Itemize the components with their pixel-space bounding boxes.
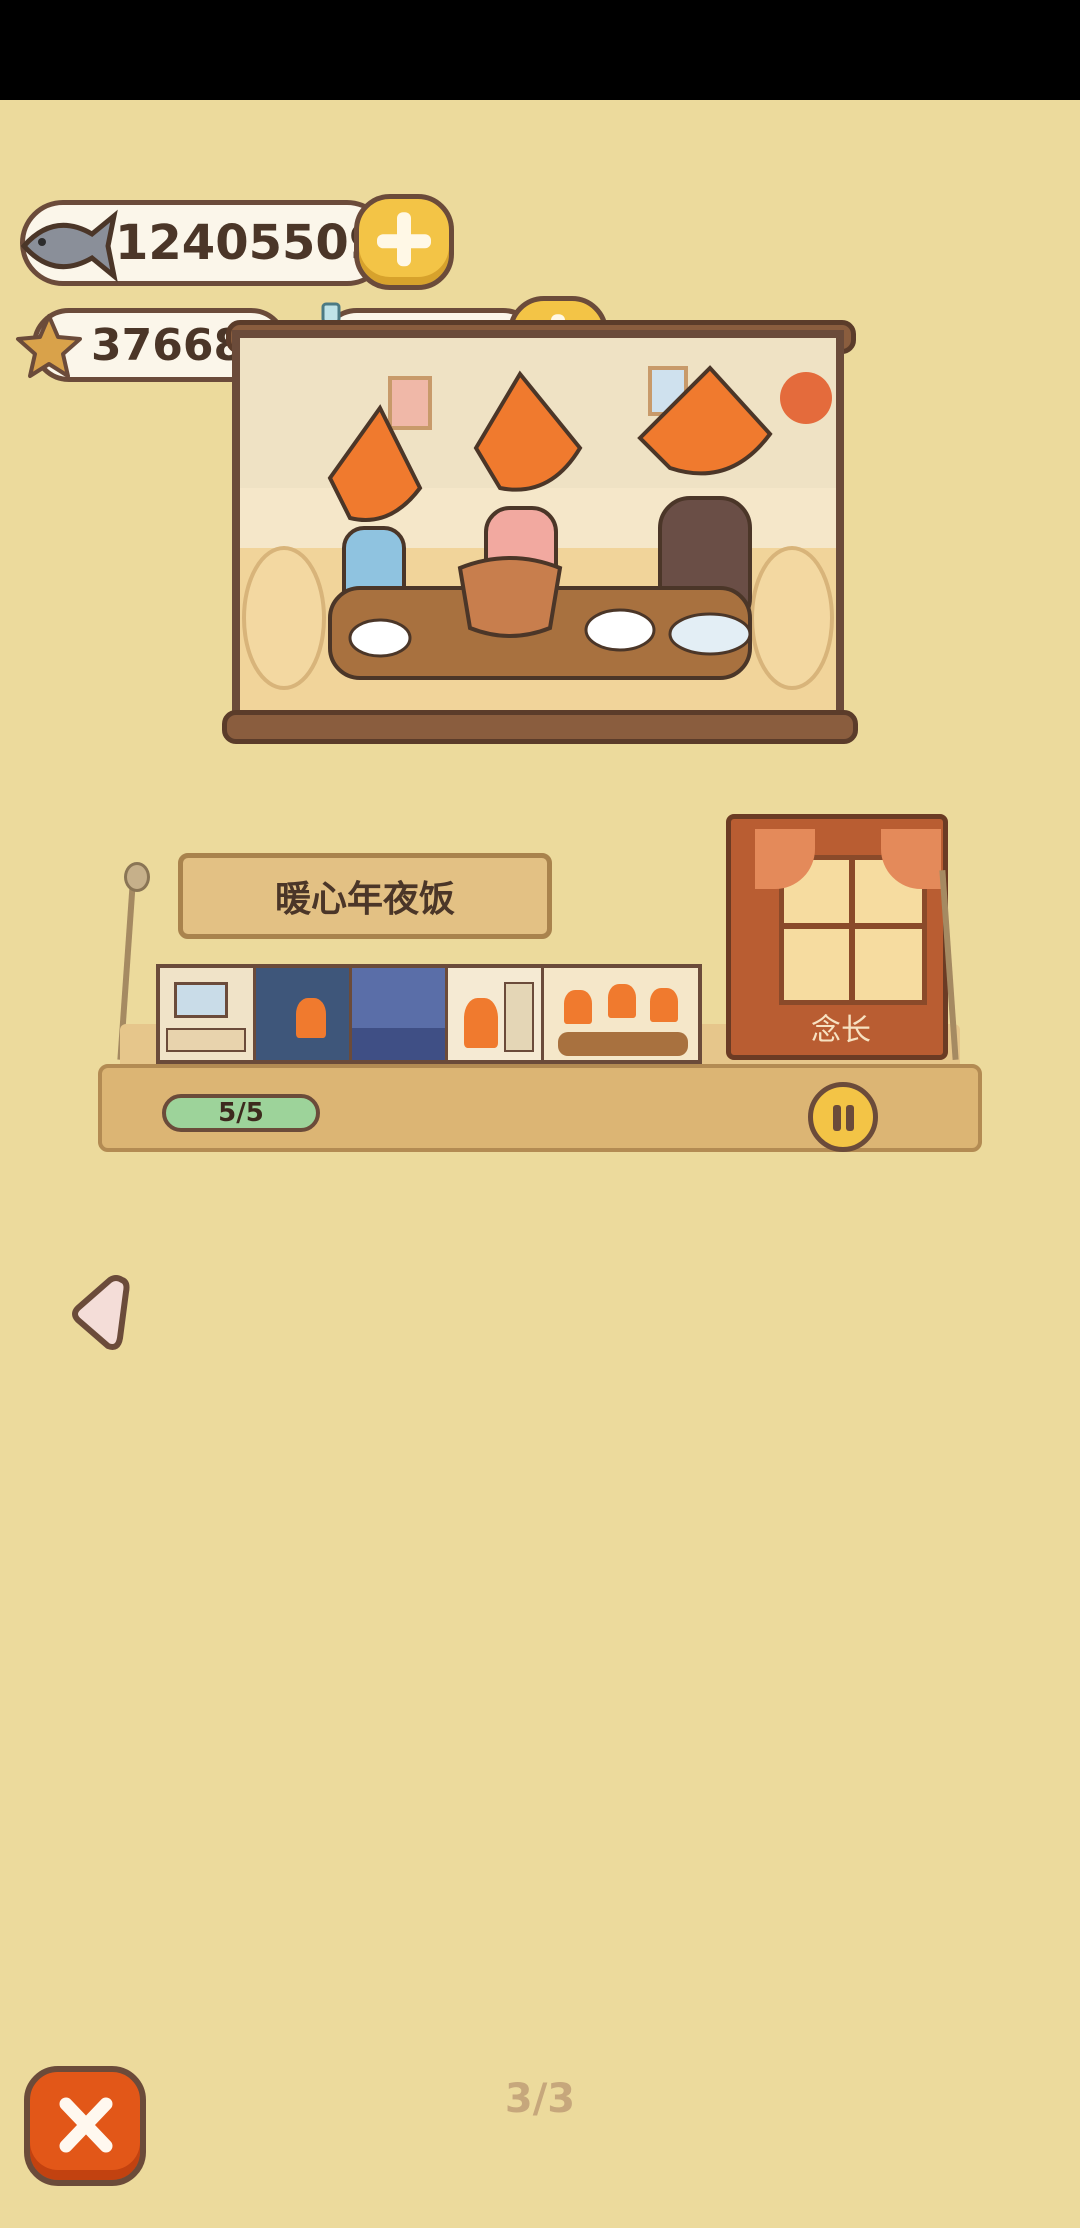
story-book[interactable]: 念长 bbox=[726, 814, 948, 1060]
star-icon bbox=[16, 314, 82, 378]
thumbnail-4[interactable] bbox=[448, 968, 544, 1060]
status-bar bbox=[0, 0, 1080, 100]
thumbnail-2[interactable] bbox=[256, 968, 352, 1060]
album-progress-badge: 5/5 bbox=[162, 1094, 320, 1132]
add-fish-button[interactable] bbox=[354, 194, 454, 290]
thumbnail-5[interactable] bbox=[544, 968, 698, 1060]
back-arrow-icon[interactable] bbox=[68, 1272, 132, 1356]
album-title: 暖心年夜饭 bbox=[274, 879, 455, 920]
fish-icon bbox=[20, 209, 118, 283]
fox-dinner-illustration bbox=[240, 338, 836, 714]
shelf-knob-left bbox=[124, 862, 150, 892]
album-progress: 5/5 bbox=[218, 1098, 264, 1128]
page-indicator: 3/3 bbox=[504, 2076, 576, 2122]
book-window-frame-h bbox=[779, 923, 927, 929]
book-window-frame-v bbox=[849, 855, 855, 1005]
close-icon bbox=[59, 2097, 113, 2153]
close-button[interactable] bbox=[24, 2066, 146, 2186]
frame-bottom-rail bbox=[222, 710, 858, 744]
album-title-plaque: 暖心年夜饭 bbox=[178, 853, 552, 939]
album-thumbnails bbox=[156, 964, 702, 1064]
book-label: 念长 bbox=[811, 1013, 871, 1048]
thumbnail-1[interactable] bbox=[160, 968, 256, 1060]
album-picture bbox=[232, 330, 844, 722]
pause-button[interactable] bbox=[808, 1082, 878, 1152]
thumbnail-3[interactable] bbox=[352, 968, 448, 1060]
